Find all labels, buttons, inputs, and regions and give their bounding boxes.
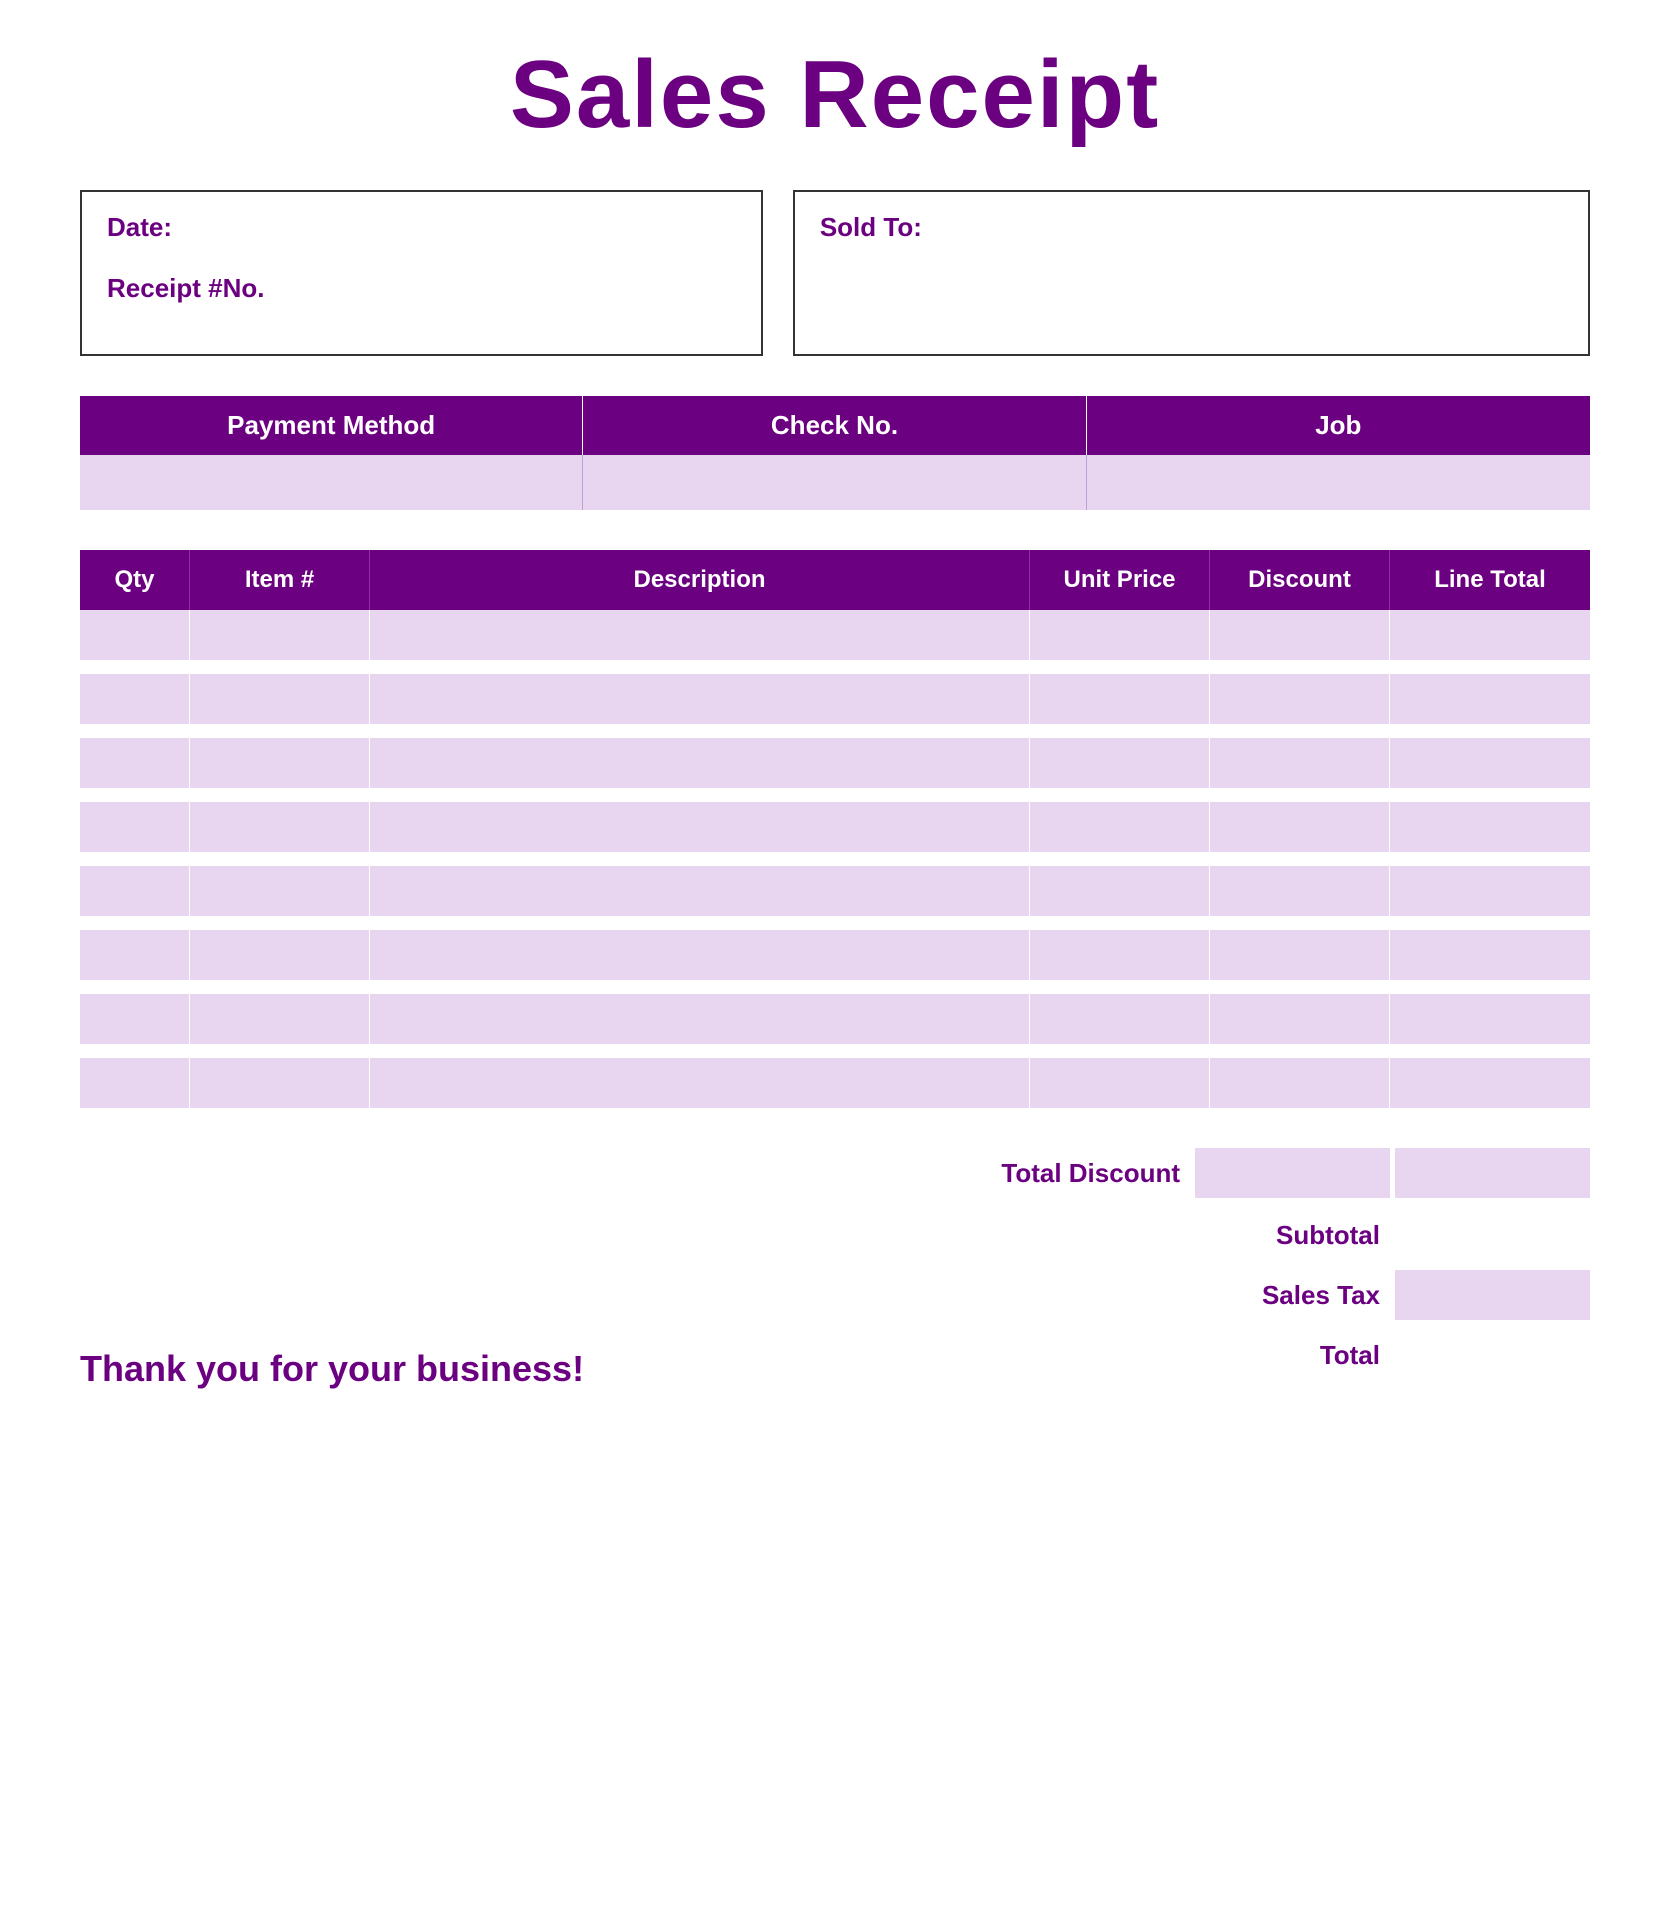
info-section: Date: Receipt #No. Sold To: <box>80 190 1590 356</box>
discount-cell <box>1210 930 1390 980</box>
line-total-cell <box>1390 866 1590 916</box>
line-total-cell <box>1390 930 1590 980</box>
subtotal-value <box>1395 1210 1590 1260</box>
line-total-cell <box>1390 610 1590 660</box>
line-total-header: Line Total <box>1390 550 1590 610</box>
receipt-label: Receipt #No. <box>107 273 736 304</box>
qty-cell <box>80 866 190 916</box>
item-num-cell <box>190 738 370 788</box>
table-row <box>80 802 1590 852</box>
qty-cell <box>80 802 190 852</box>
discount-cell <box>1210 674 1390 724</box>
total-row: Total <box>1190 1330 1590 1380</box>
job-header: Job <box>1087 396 1590 455</box>
qty-cell <box>80 930 190 980</box>
qty-cell <box>80 1058 190 1108</box>
table-row <box>80 1058 1590 1108</box>
discount-cell <box>1210 994 1390 1044</box>
sales-tax-label: Sales Tax <box>1190 1280 1395 1311</box>
unit-price-cell <box>1030 674 1210 724</box>
page-title: Sales Receipt <box>80 40 1590 150</box>
description-cell <box>370 802 1030 852</box>
total-discount-row: Total Discount <box>1001 1148 1590 1198</box>
item-num-cell <box>190 994 370 1044</box>
line-total-cell <box>1390 674 1590 724</box>
sales-tax-value <box>1395 1270 1590 1320</box>
total-discount-box2 <box>1395 1148 1590 1198</box>
item-num-header: Item # <box>190 550 370 610</box>
qty-cell <box>80 994 190 1044</box>
qty-cell <box>80 674 190 724</box>
discount-header: Discount <box>1210 550 1390 610</box>
total-discount-label: Total Discount <box>1001 1158 1195 1189</box>
unit-price-cell <box>1030 610 1210 660</box>
unit-price-cell <box>1030 930 1210 980</box>
line-total-cell <box>1390 802 1590 852</box>
item-num-cell <box>190 866 370 916</box>
discount-cell <box>1210 738 1390 788</box>
items-section: Qty Item # Description Unit Price Discou… <box>80 550 1590 1108</box>
payment-header: Payment Method Check No. Job <box>80 396 1590 455</box>
unit-price-cell <box>1030 802 1210 852</box>
total-value <box>1395 1330 1590 1380</box>
line-total-cell <box>1390 1058 1590 1108</box>
description-header: Description <box>370 550 1030 610</box>
payment-method-header: Payment Method <box>80 396 583 455</box>
date-label: Date: <box>107 212 736 243</box>
qty-cell <box>80 610 190 660</box>
subtotal-label: Subtotal <box>1190 1220 1395 1251</box>
subtotal-row: Subtotal <box>1190 1210 1590 1260</box>
description-cell <box>370 994 1030 1044</box>
table-row <box>80 674 1590 724</box>
description-cell <box>370 610 1030 660</box>
discount-cell <box>1210 866 1390 916</box>
payment-method-cell <box>80 455 583 510</box>
thank-you-text: Thank you for your business! <box>80 1348 584 1390</box>
qty-header: Qty <box>80 550 190 610</box>
totals-section: Total Discount Subtotal Sales Tax Total <box>1001 1148 1590 1390</box>
sales-tax-row: Sales Tax <box>1190 1270 1590 1320</box>
table-row <box>80 738 1590 788</box>
bottom-section: Thank you for your business! Total Disco… <box>80 1148 1590 1390</box>
item-num-cell <box>190 802 370 852</box>
sold-to-box: Sold To: <box>793 190 1590 356</box>
total-discount-box1 <box>1195 1148 1390 1198</box>
unit-price-cell <box>1030 738 1210 788</box>
qty-cell <box>80 738 190 788</box>
description-cell <box>370 674 1030 724</box>
line-total-cell <box>1390 994 1590 1044</box>
discount-cell <box>1210 802 1390 852</box>
discount-cell <box>1210 1058 1390 1108</box>
description-cell <box>370 1058 1030 1108</box>
description-cell <box>370 866 1030 916</box>
payment-data-row <box>80 455 1590 510</box>
check-no-cell <box>583 455 1086 510</box>
item-num-cell <box>190 674 370 724</box>
item-num-cell <box>190 1058 370 1108</box>
description-cell <box>370 738 1030 788</box>
description-cell <box>370 930 1030 980</box>
items-header: Qty Item # Description Unit Price Discou… <box>80 550 1590 610</box>
table-row <box>80 930 1590 980</box>
payment-section: Payment Method Check No. Job <box>80 396 1590 510</box>
total-label: Total <box>1190 1340 1395 1371</box>
table-row <box>80 866 1590 916</box>
total-discount-boxes <box>1195 1148 1590 1198</box>
unit-price-cell <box>1030 994 1210 1044</box>
table-row <box>80 994 1590 1044</box>
table-row <box>80 610 1590 660</box>
item-num-cell <box>190 610 370 660</box>
item-num-cell <box>190 930 370 980</box>
discount-cell <box>1210 610 1390 660</box>
unit-price-cell <box>1030 866 1210 916</box>
unit-price-cell <box>1030 1058 1210 1108</box>
unit-price-header: Unit Price <box>1030 550 1210 610</box>
date-receipt-box: Date: Receipt #No. <box>80 190 763 356</box>
sold-to-label: Sold To: <box>820 212 1563 243</box>
job-cell <box>1087 455 1590 510</box>
check-no-header: Check No. <box>583 396 1086 455</box>
line-total-cell <box>1390 738 1590 788</box>
